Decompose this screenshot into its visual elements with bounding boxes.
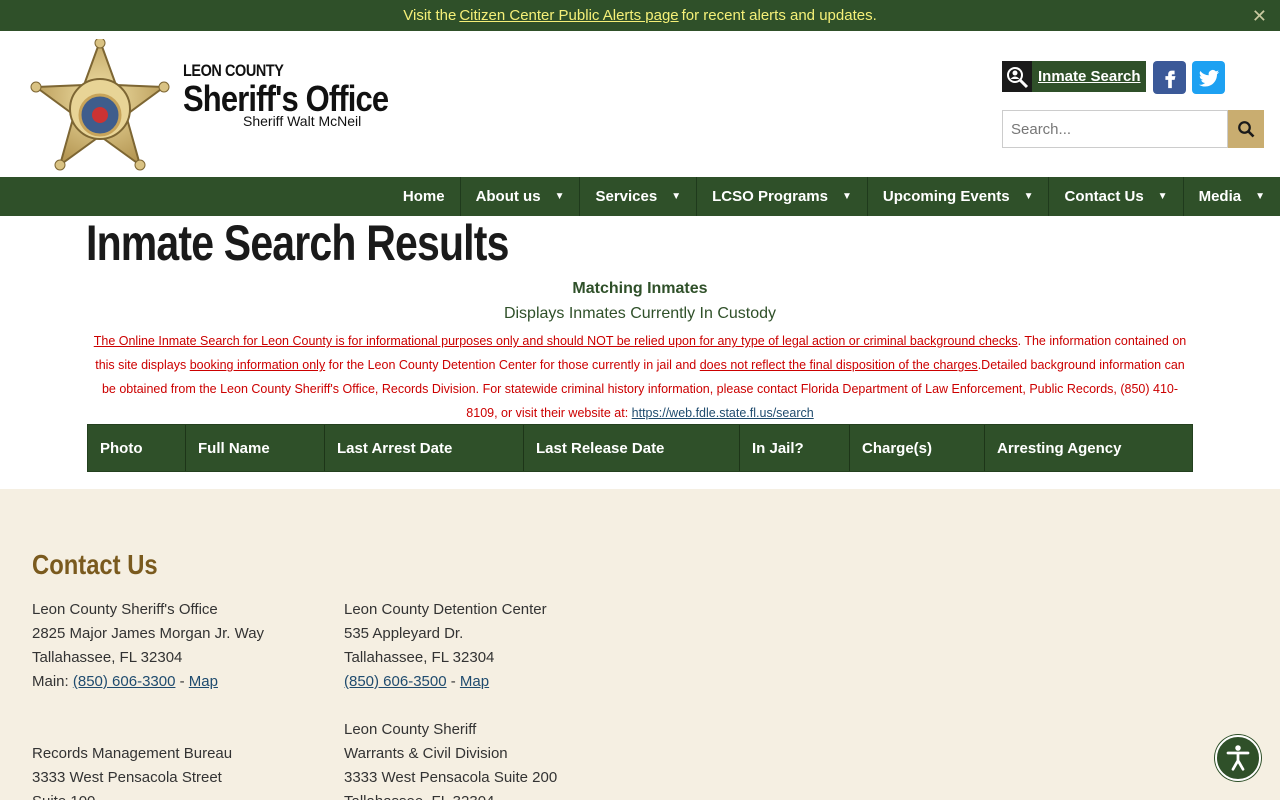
fdle-link[interactable]: https://web.fdle.state.fl.us/search: [632, 406, 814, 420]
detention-phone-line: (850) 606-3500 - Map: [344, 670, 547, 694]
nav-lcso-programs[interactable]: LCSO Programs ▼: [696, 177, 867, 216]
site-header: LEON COUNTY Sheriff's Office Sheriff Wal…: [0, 31, 1280, 177]
office-contact: Leon County Sheriff's Office 2825 Major …: [32, 598, 264, 694]
nav-label: Contact Us: [1064, 188, 1144, 205]
twitter-icon[interactable]: [1192, 61, 1225, 94]
records-street: 3333 West Pensacola Street: [32, 769, 222, 786]
nav-label: Home: [402, 188, 445, 205]
alert-suffix: for recent alerts and updates.: [681, 7, 877, 24]
nav-label: About us: [475, 188, 541, 205]
chevron-down-icon: ▼: [554, 191, 565, 202]
search-button[interactable]: [1228, 110, 1264, 148]
detention-street: 535 Appleyard Dr.: [344, 625, 464, 642]
search-person-icon: [1002, 61, 1032, 92]
inmate-search-button[interactable]: Inmate Search: [1002, 61, 1146, 92]
disclaimer-booking: booking information only: [189, 358, 326, 372]
page-title: Inmate Search Results: [86, 215, 509, 271]
detention-map-link[interactable]: Map: [460, 673, 489, 690]
nav-upcoming-events[interactable]: Upcoming Events ▼: [866, 177, 1049, 216]
alert-bar: Visit the Citizen Center Public Alerts p…: [0, 0, 1280, 31]
search-input[interactable]: [1002, 110, 1228, 148]
office-main-label: Main:: [32, 673, 69, 690]
brand-sheriff: Sheriff Walt McNeil: [243, 113, 362, 129]
matching-heading: Matching Inmates: [572, 280, 708, 297]
warrants-city: Tallahassee, FL 32304: [344, 790, 557, 800]
disclaimer-disposition: does not reflect the final disposition o…: [699, 358, 978, 372]
detention-contact: Leon County Detention Center 535 Appleya…: [344, 598, 547, 694]
nav-contact-us[interactable]: Contact Us ▼: [1048, 177, 1182, 216]
nav-media[interactable]: Media ▼: [1182, 177, 1280, 216]
disclaimer: The Online Inmate Search for Leon County…: [88, 329, 1192, 425]
col-arresting-agency[interactable]: Arresting Agency: [984, 425, 1192, 471]
office-map-link[interactable]: Map: [189, 673, 218, 690]
col-charges[interactable]: Charge(s): [849, 425, 984, 471]
separator: -: [450, 673, 456, 690]
disclaimer-text: for the Leon County Detention Center for…: [325, 358, 700, 372]
chevron-down-icon: ▼: [1023, 191, 1034, 202]
warrants-contact: Leon County Sheriff Warrants & Civil Div…: [344, 718, 557, 800]
main-nav: Home About us ▼ Services ▼ LCSO Programs ▼ …: [0, 177, 1280, 216]
detention-phone-link[interactable]: (850) 606-3500: [344, 673, 447, 690]
results-table-header: Photo Full Name Last Arrest Date Last Re…: [87, 424, 1193, 472]
office-phone-line: Main: (850) 606-3300 - Map: [32, 670, 264, 694]
col-last-arrest-date[interactable]: Last Arrest Date: [324, 425, 523, 471]
col-full-name[interactable]: Full Name: [185, 425, 324, 471]
col-in-jail[interactable]: In Jail?: [739, 425, 849, 471]
col-photo[interactable]: Photo: [88, 425, 185, 471]
inmate-search-label: Inmate Search: [1038, 68, 1141, 85]
nav-services[interactable]: Services ▼: [579, 177, 696, 216]
facebook-icon[interactable]: [1153, 61, 1186, 94]
nav-about-us[interactable]: About us ▼: [459, 177, 580, 216]
brand[interactable]: LEON COUNTY Sheriff's Office Sheriff Wal…: [183, 61, 422, 129]
nav-label: Services: [595, 188, 658, 205]
close-icon[interactable]: ✕: [1252, 6, 1267, 27]
office-name: Leon County Sheriff's Office: [32, 601, 218, 618]
records-contact: Records Management Bureau 3333 West Pens…: [32, 742, 232, 800]
detention-name: Leon County Detention Center: [344, 601, 547, 618]
separator: -: [179, 673, 185, 690]
brand-office: Sheriff's Office: [183, 78, 389, 119]
footer: Contact Us Leon County Sheriff's Office …: [0, 489, 1280, 800]
alert-prefix: Visit the: [403, 7, 457, 24]
disclaimer-informational: The Online Inmate Search for Leon County…: [93, 334, 1018, 348]
public-alerts-link[interactable]: Citizen Center Public Alerts page: [459, 7, 678, 24]
sheriff-badge-logo[interactable]: [30, 39, 170, 171]
office-street: 2825 Major James Morgan Jr. Way: [32, 625, 265, 642]
nav-label: LCSO Programs: [712, 188, 828, 205]
accessibility-icon[interactable]: [1215, 735, 1261, 781]
detention-city: Tallahassee, FL 32304: [344, 649, 495, 666]
warrants-street: 3333 West Pensacola Suite 200: [344, 769, 558, 786]
displays-subheading: Displays Inmates Currently In Custody: [503, 305, 777, 322]
search-icon: [1238, 121, 1255, 138]
nav-home[interactable]: Home: [388, 177, 460, 216]
chevron-down-icon: ▼: [671, 191, 682, 202]
chevron-down-icon: ▼: [1255, 191, 1265, 202]
col-last-release-date[interactable]: Last Release Date: [523, 425, 739, 471]
warrants-division: Warrants & Civil Division: [344, 745, 508, 762]
nav-label: Upcoming Events: [882, 188, 1010, 205]
office-city: Tallahassee, FL 32304: [32, 649, 183, 666]
chevron-down-icon: ▼: [1157, 191, 1168, 202]
records-name: Records Management Bureau: [32, 745, 233, 762]
nav-label: Media: [1198, 188, 1242, 205]
warrants-name: Leon County Sheriff: [344, 721, 477, 738]
site-search: [1002, 110, 1264, 148]
chevron-down-icon: ▼: [841, 191, 852, 202]
records-suite: Suite 100: [32, 790, 232, 800]
office-phone-link[interactable]: (850) 606-3300: [73, 673, 176, 690]
footer-contact-title: Contact Us: [32, 549, 158, 580]
